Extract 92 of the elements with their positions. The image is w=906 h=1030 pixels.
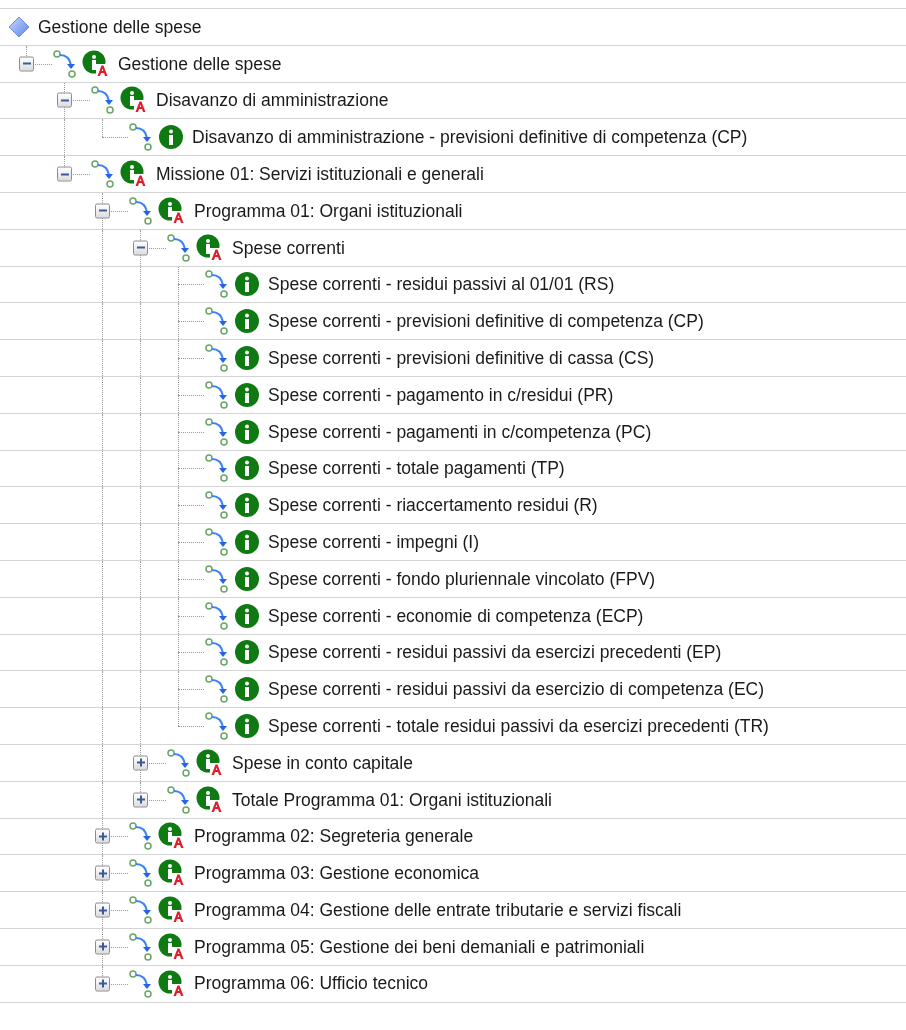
link-icon [204, 306, 230, 337]
collapse-toggle[interactable] [57, 166, 72, 182]
info-icon [158, 124, 184, 151]
status-badge-icon [158, 196, 186, 225]
tree-node-label[interactable]: Spese correnti [232, 234, 345, 261]
tree-node-label[interactable]: Spese correnti - totale residui passivi da esercizi precedenti (TR) [268, 712, 769, 740]
tree-node-label[interactable]: Programma 01: Organi istituzionali [194, 197, 463, 224]
status-badge-icon [158, 896, 186, 924]
status-badge-icon [196, 785, 224, 814]
tree-node-label[interactable]: Disavanzo di amministrazione [156, 87, 389, 114]
status-badge-icon [158, 859, 186, 888]
link-icon [204, 490, 230, 521]
diamond-icon [8, 15, 30, 38]
info-icon [234, 345, 260, 372]
link-icon [204, 343, 230, 374]
link-icon [166, 784, 192, 815]
info-icon [234, 492, 260, 519]
link-icon [128, 968, 154, 999]
status-badge-icon [196, 233, 224, 262]
expand-toggle[interactable] [95, 865, 110, 881]
link-icon [166, 747, 192, 778]
status-badge-icon [82, 49, 110, 78]
link-icon [204, 416, 230, 447]
tree-node-label[interactable]: Programma 02: Segreteria generale [194, 823, 474, 850]
status-badge-icon [158, 932, 186, 961]
link-icon [128, 858, 154, 889]
link-icon [204, 711, 230, 742]
tree-node-label[interactable]: Disavanzo di amministrazione - previsioni definitive di competenza (CP) [192, 124, 748, 151]
status-badge-icon [158, 969, 186, 998]
link-icon [90, 159, 116, 190]
info-icon [234, 418, 260, 445]
link-icon [128, 195, 154, 226]
tree-node-label[interactable]: Spese correnti - previsioni definitive di competenza (CP) [268, 308, 704, 335]
info-icon [234, 713, 260, 740]
info-icon [234, 308, 260, 335]
info-icon [234, 271, 260, 298]
status-badge-icon [120, 86, 148, 115]
status-badge-icon [158, 822, 186, 851]
link-icon [204, 453, 230, 484]
link-icon [204, 600, 230, 631]
link-icon [204, 637, 230, 668]
info-icon [234, 455, 260, 482]
link-icon [204, 379, 230, 410]
expand-toggle[interactable] [95, 976, 110, 992]
link-icon [90, 85, 116, 116]
tree-node-label[interactable]: Spese correnti - totale pagamenti (TP) [268, 455, 565, 482]
tree-node-label[interactable]: Spese correnti - riaccertamento residui (R) [268, 492, 598, 519]
collapse-toggle[interactable] [133, 240, 148, 256]
tree-node-label[interactable]: Programma 06: Ufficio tecnico [194, 970, 429, 997]
link-icon [204, 674, 230, 705]
status-badge-icon [120, 160, 148, 189]
expand-toggle[interactable] [133, 755, 148, 771]
link-icon [166, 232, 192, 263]
link-icon [128, 895, 154, 925]
tree-node-label[interactable]: Totale Programma 01: Organi istituzionali [232, 786, 552, 813]
collapse-toggle[interactable] [57, 93, 72, 108]
info-icon [234, 676, 260, 703]
info-icon [234, 639, 260, 666]
link-icon [204, 527, 230, 558]
tree-node-label[interactable]: Programma 03: Gestione economica [194, 860, 479, 887]
link-icon [128, 931, 154, 962]
collapse-toggle[interactable] [19, 56, 34, 72]
tree-node-label[interactable]: Spese correnti - fondo pluriennale vincolato (FPV) [268, 565, 656, 592]
expand-toggle[interactable] [95, 902, 110, 918]
expand-toggle[interactable] [95, 828, 110, 844]
tree-node-label[interactable]: Spese correnti - impegni (I) [268, 528, 480, 556]
info-icon [234, 529, 260, 556]
info-icon [234, 381, 260, 408]
tree-node-label[interactable]: Programma 04: Gestione delle entrate tributarie e servizi fiscali [194, 896, 682, 924]
tree-node-label[interactable]: Spese in conto capitale [232, 749, 413, 776]
info-icon [234, 602, 260, 629]
link-icon [52, 48, 78, 79]
tree-node-label[interactable]: Spese correnti - pagamenti in c/competenza (PC) [268, 418, 652, 445]
tree-node-label[interactable]: Gestione delle spese [118, 50, 282, 77]
tree-node-label[interactable]: Programma 05: Gestione dei beni demaniali e patrimoniali [194, 933, 645, 960]
expand-toggle[interactable] [133, 792, 148, 808]
info-icon [234, 565, 260, 592]
link-icon [128, 122, 154, 153]
expand-toggle[interactable] [95, 939, 110, 955]
status-badge-icon [196, 748, 224, 777]
tree-node-label[interactable]: Spese correnti - residui passivi da esercizio di competenza (EC) [268, 676, 765, 703]
link-icon [128, 821, 154, 852]
tree-node-label[interactable]: Gestione delle spese [38, 13, 202, 40]
link-icon [204, 563, 230, 594]
tree-node-label[interactable]: Spese correnti - pagamento in c/residui (PR) [268, 381, 614, 408]
tree-node-label[interactable]: Spese correnti - residui passivi da esercizi precedenti (EP) [268, 639, 722, 666]
tree-node-label[interactable]: Spese correnti - economie di competenza (ECP) [268, 602, 644, 629]
tree-node-label[interactable]: Spese correnti - previsioni definitive di cassa (CS) [268, 344, 655, 372]
tree-node-label[interactable]: Missione 01: Servizi istituzionali e generali [156, 160, 484, 188]
link-icon [204, 269, 230, 300]
collapse-toggle[interactable] [95, 203, 110, 219]
tree-node-label[interactable]: Spese correnti - residui passivi al 01/01 (RS) [268, 271, 615, 298]
